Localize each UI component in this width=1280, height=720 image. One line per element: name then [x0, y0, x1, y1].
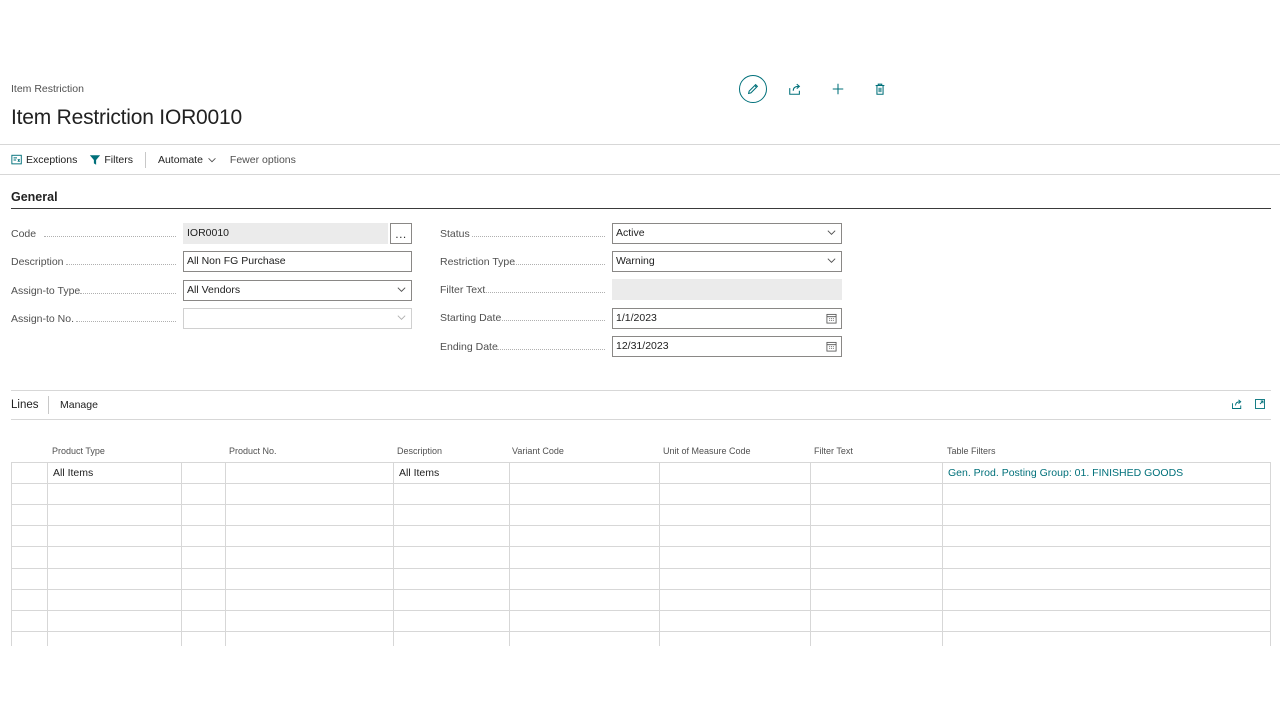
automate-menu[interactable]: Automate [158, 154, 218, 166]
starting-date-value: 1/1/2023 [616, 312, 657, 324]
assign-to-no-dots [76, 321, 176, 322]
page-title: Item Restriction IOR0010 [11, 106, 242, 129]
description-dots [66, 264, 176, 265]
action-bar: Exceptions Filters Automate Fewer option… [11, 150, 308, 170]
filter-text-dots [486, 292, 605, 293]
description-label: Description [11, 256, 64, 268]
ending-date-dots [497, 349, 605, 350]
share-button[interactable] [781, 75, 809, 103]
lines-top-divider [11, 390, 1271, 391]
code-label: Code [11, 228, 37, 240]
table-row[interactable] [12, 483, 1270, 504]
table-row[interactable] [12, 589, 1270, 610]
actionbar-divider [0, 174, 1280, 175]
description-cell[interactable]: All Items [399, 467, 439, 479]
code-value: IOR0010 [187, 227, 230, 239]
table-row[interactable] [12, 631, 1270, 646]
breadcrumb: Item Restriction [11, 83, 84, 95]
lines-title[interactable]: Lines [11, 399, 39, 411]
header-divider [0, 144, 1280, 145]
assign-to-type-dots [80, 293, 176, 294]
ending-date-value: 12/31/2023 [616, 340, 669, 352]
starting-date-label: Starting Date [440, 312, 502, 324]
lines-share-button[interactable] [1231, 398, 1243, 413]
restriction-type-select[interactable]: Warning [612, 251, 842, 272]
pencil-icon [747, 83, 759, 95]
ending-date-label: Ending Date [440, 341, 498, 353]
description-value: All Non FG Purchase [187, 255, 286, 267]
share-icon [789, 83, 801, 95]
exceptions-action[interactable]: Exceptions [11, 154, 77, 166]
automate-label: Automate [157, 154, 203, 166]
filter-text-label: Filter Text [440, 284, 486, 296]
code-field[interactable]: IOR0010 [183, 223, 388, 244]
chevron-down-icon [827, 230, 836, 235]
table-row[interactable]: All Items All Items Gen. Prod. Posting G… [12, 462, 1270, 483]
filter-text-field[interactable] [612, 279, 842, 300]
column-header-variant-code[interactable]: Variant Code [512, 446, 564, 456]
column-header-product-type[interactable]: Product Type [52, 446, 105, 456]
lines-separator [48, 396, 49, 414]
new-button[interactable] [824, 75, 852, 103]
exceptions-label: Exceptions [26, 154, 78, 166]
chevron-down-icon [208, 157, 216, 163]
general-section-underline [11, 208, 1271, 209]
description-field[interactable]: All Non FG Purchase [183, 251, 412, 272]
fewer-options-button[interactable]: Fewer options [230, 154, 296, 166]
chevron-down-icon [397, 287, 406, 292]
plus-icon [832, 83, 844, 95]
chevron-down-icon [397, 315, 406, 320]
product-type-cell[interactable]: All Items [53, 467, 93, 479]
restriction-type-dots [512, 264, 605, 265]
assign-to-no-select[interactable] [183, 308, 412, 329]
code-dots [44, 236, 176, 237]
table-row[interactable] [12, 610, 1270, 631]
restriction-type-label: Restriction Type [440, 256, 516, 268]
chevron-down-icon [827, 258, 836, 263]
ending-date-field[interactable]: 12/31/2023 [612, 336, 842, 357]
column-header-product-no[interactable]: Product No. [229, 446, 277, 456]
assign-to-type-label: Assign-to Type [11, 285, 81, 297]
column-header-table-filters[interactable]: Table Filters [947, 446, 996, 456]
table-row[interactable] [12, 568, 1270, 589]
status-dots [472, 236, 605, 237]
action-separator [144, 152, 146, 168]
starting-date-field[interactable]: 1/1/2023 [612, 308, 842, 329]
status-label: Status [440, 228, 470, 240]
lines-grid: All Items All Items Gen. Prod. Posting G… [11, 462, 1271, 646]
calendar-icon[interactable] [826, 341, 837, 352]
calendar-icon[interactable] [826, 313, 837, 324]
column-header-description[interactable]: Description [397, 446, 442, 456]
assign-to-no-label: Assign-to No. [11, 313, 75, 325]
exceptions-icon [11, 154, 22, 165]
trash-icon [875, 83, 885, 95]
table-row[interactable] [12, 546, 1270, 567]
status-value: Active [616, 227, 645, 239]
fewer-options-label: Fewer options [229, 154, 296, 166]
status-select[interactable]: Active [612, 223, 842, 244]
assign-to-type-select[interactable]: All Vendors [183, 280, 412, 301]
expand-icon [1255, 399, 1265, 409]
filter-icon [90, 155, 101, 165]
lines-manage-menu[interactable]: Manage [60, 399, 98, 411]
column-header-uom-code[interactable]: Unit of Measure Code [663, 446, 751, 456]
lines-bottom-divider [11, 419, 1271, 420]
delete-button[interactable] [866, 75, 894, 103]
table-row[interactable] [12, 504, 1270, 525]
lines-expand-button[interactable] [1254, 398, 1266, 413]
table-filters-cell[interactable]: Gen. Prod. Posting Group: 01. FINISHED G… [948, 467, 1183, 479]
filters-action[interactable]: Filters [89, 154, 133, 166]
assign-to-type-value: All Vendors [187, 284, 241, 296]
table-row[interactable] [12, 525, 1270, 546]
starting-date-dots [502, 320, 605, 321]
code-assist-button[interactable]: ... [390, 223, 412, 244]
restriction-type-value: Warning [616, 255, 655, 267]
column-header-filter-text[interactable]: Filter Text [814, 446, 853, 456]
share-icon [1232, 399, 1242, 409]
general-section-title[interactable]: General [11, 190, 58, 204]
filters-label: Filters [104, 154, 133, 166]
edit-button[interactable] [739, 75, 767, 103]
